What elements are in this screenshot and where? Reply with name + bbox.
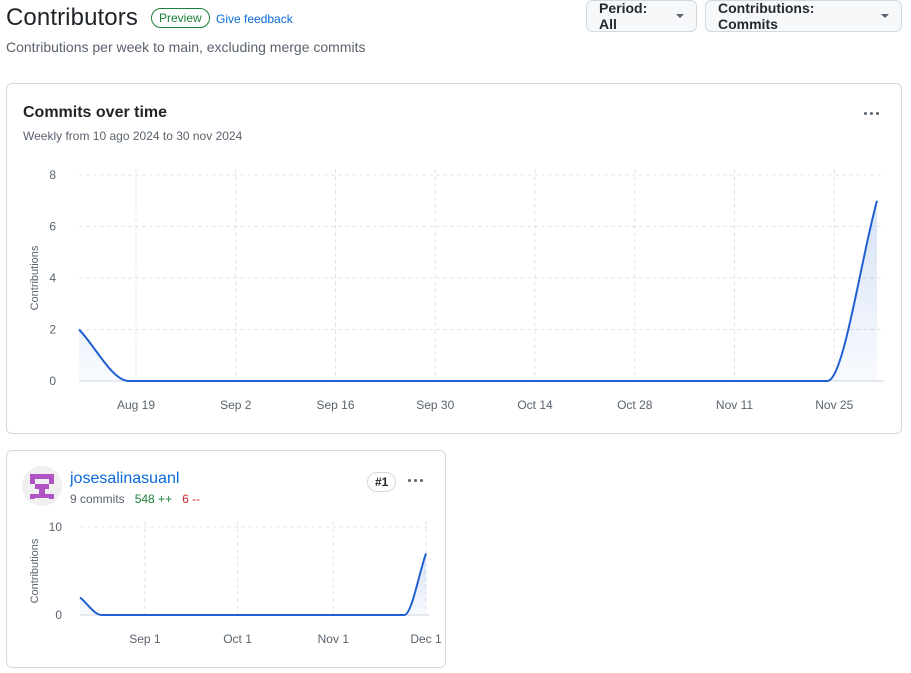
additions-count: 548 ++: [134, 492, 173, 506]
contributor-stats: 9 commits 548 ++ 6 --: [70, 492, 200, 506]
main-chart-ytick-label: 4: [49, 271, 56, 285]
main-chart-ytick-label: 6: [49, 220, 56, 234]
main-chart-xtick-label: Sep 2: [220, 398, 252, 412]
main-chart-ytick-label: 8: [49, 168, 56, 182]
main-chart-xtick-label: Sep 16: [316, 398, 354, 412]
contributor-name-link[interactable]: josesalinasuanl: [70, 470, 179, 488]
main-chart-series-line: [78, 200, 878, 382]
main-chart-xtick-label: Nov 11: [716, 398, 753, 412]
main-chart-xtick-label: Oct 28: [617, 398, 653, 412]
rank-badge: #1: [367, 472, 397, 492]
main-chart-xtick-label: Aug 19: [117, 398, 155, 412]
main-chart-xtick-label: Nov 25: [815, 398, 853, 412]
main-chart-ylabel: Contributions: [29, 245, 41, 310]
main-chart-area: [79, 200, 877, 381]
commit-count[interactable]: 9 commits: [70, 492, 125, 506]
main-chart-ytick-label: 2: [49, 323, 56, 337]
main-chart-xtick-label: Sep 30: [416, 398, 454, 412]
deletions-count: 6 --: [182, 492, 201, 506]
identicon-icon: [22, 466, 62, 506]
main-chart-xtick-label: Oct 14: [517, 398, 553, 412]
main-chart-ytick-label: 0: [49, 374, 56, 388]
more-options-icon[interactable]: [403, 472, 427, 488]
avatar[interactable]: [22, 466, 62, 506]
